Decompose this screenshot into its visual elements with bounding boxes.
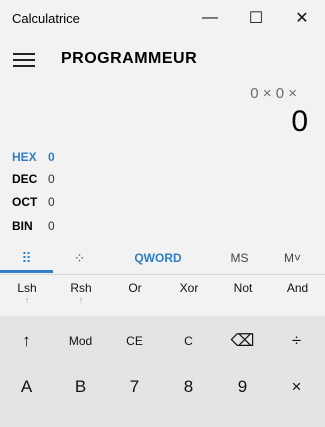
app-title: Calculatrice	[12, 11, 80, 26]
close-button[interactable]: ✕	[279, 0, 325, 36]
radix-value: 0	[48, 195, 55, 209]
radix-label: DEC	[12, 172, 38, 186]
radix-label: BIN	[12, 219, 33, 233]
shift-up-button[interactable]: ↑	[0, 324, 53, 358]
bit-toggle-tab[interactable]: ⁘	[53, 242, 106, 274]
rsh-label: Rsh	[70, 281, 92, 295]
expression-display: 0 × 0 ×	[250, 85, 297, 102]
key-label: 8	[183, 377, 194, 396]
multiply-button[interactable]: ×	[270, 368, 323, 406]
rsh-button[interactable]: Rsh ↑	[54, 281, 108, 311]
key-label: A	[20, 377, 33, 396]
lsh-label: Lsh	[17, 281, 37, 295]
radix-bin[interactable]: BIN 0	[12, 215, 212, 237]
clear-entry-button[interactable]: CE	[108, 324, 161, 358]
memory-recall-label: M˅	[283, 251, 301, 265]
menu-icon[interactable]	[13, 53, 35, 67]
maximize-icon: ☐	[248, 10, 264, 27]
arrow-up-icon: ↑	[24, 295, 30, 305]
key-9[interactable]: 9	[216, 368, 269, 406]
radix-label: HEX	[12, 150, 37, 164]
mod-button[interactable]: Mod	[54, 324, 107, 358]
result-display: 0	[291, 105, 308, 138]
ce-label: CE	[126, 334, 143, 348]
key-a[interactable]: A	[0, 368, 53, 406]
key-b[interactable]: B	[54, 368, 107, 406]
key-label: 7	[129, 377, 140, 396]
radix-value: 0	[48, 219, 55, 233]
key-7[interactable]: 7	[108, 368, 161, 406]
xor-button[interactable]: Xor	[162, 281, 216, 311]
radix-value: 0	[48, 150, 55, 164]
word-size-label: QWORD	[134, 251, 182, 265]
keypad: ↑ Mod CE C ⌫ ÷ A B 7 8 9 ×	[0, 316, 325, 427]
arrow-up-icon: ↑	[78, 295, 84, 305]
mode-title: PROGRAMMEUR	[61, 50, 198, 67]
mod-label: Mod	[68, 334, 93, 348]
radix-value: 0	[48, 172, 55, 186]
active-tab-indicator	[0, 270, 53, 273]
key-label: 9	[237, 377, 248, 396]
or-button[interactable]: Or	[108, 281, 162, 311]
radix-dec[interactable]: DEC 0	[12, 168, 212, 190]
radix-label: OCT	[12, 195, 38, 209]
not-button[interactable]: Not	[216, 281, 270, 311]
key-8[interactable]: 8	[162, 368, 215, 406]
close-icon: ✕	[295, 10, 309, 27]
c-label: C	[184, 334, 193, 348]
xor-label: Xor	[179, 281, 199, 295]
minimize-button[interactable]: —	[187, 0, 233, 36]
multiply-icon: ×	[291, 377, 302, 396]
divide-icon: ÷	[291, 331, 302, 350]
not-label: Not	[233, 281, 253, 295]
memory-store-label: MS	[230, 251, 249, 265]
key-label: B	[74, 377, 87, 396]
and-button[interactable]: And	[270, 281, 325, 311]
radix-oct[interactable]: OCT 0	[12, 191, 212, 213]
divide-button[interactable]: ÷	[270, 324, 323, 358]
maximize-button[interactable]: ☐	[233, 0, 279, 36]
memory-recall-button[interactable]: M˅	[266, 242, 319, 274]
lsh-button[interactable]: Lsh ↑	[0, 281, 54, 311]
or-label: Or	[128, 281, 142, 295]
radix-hex[interactable]: HEX 0	[12, 146, 212, 168]
backspace-icon: ⌫	[230, 331, 255, 350]
arrow-up-icon: ↑	[22, 331, 31, 350]
bits-icon: ⁘	[73, 249, 86, 266]
word-size-button[interactable]: QWORD	[118, 242, 198, 274]
and-label: And	[286, 281, 309, 295]
toolbar-divider	[0, 274, 325, 275]
keypad-icon: ⠿	[21, 249, 32, 266]
clear-button[interactable]: C	[162, 324, 215, 358]
memory-store-button[interactable]: MS	[213, 242, 266, 274]
minimize-icon: —	[202, 9, 218, 26]
backspace-button[interactable]: ⌫	[216, 324, 269, 358]
